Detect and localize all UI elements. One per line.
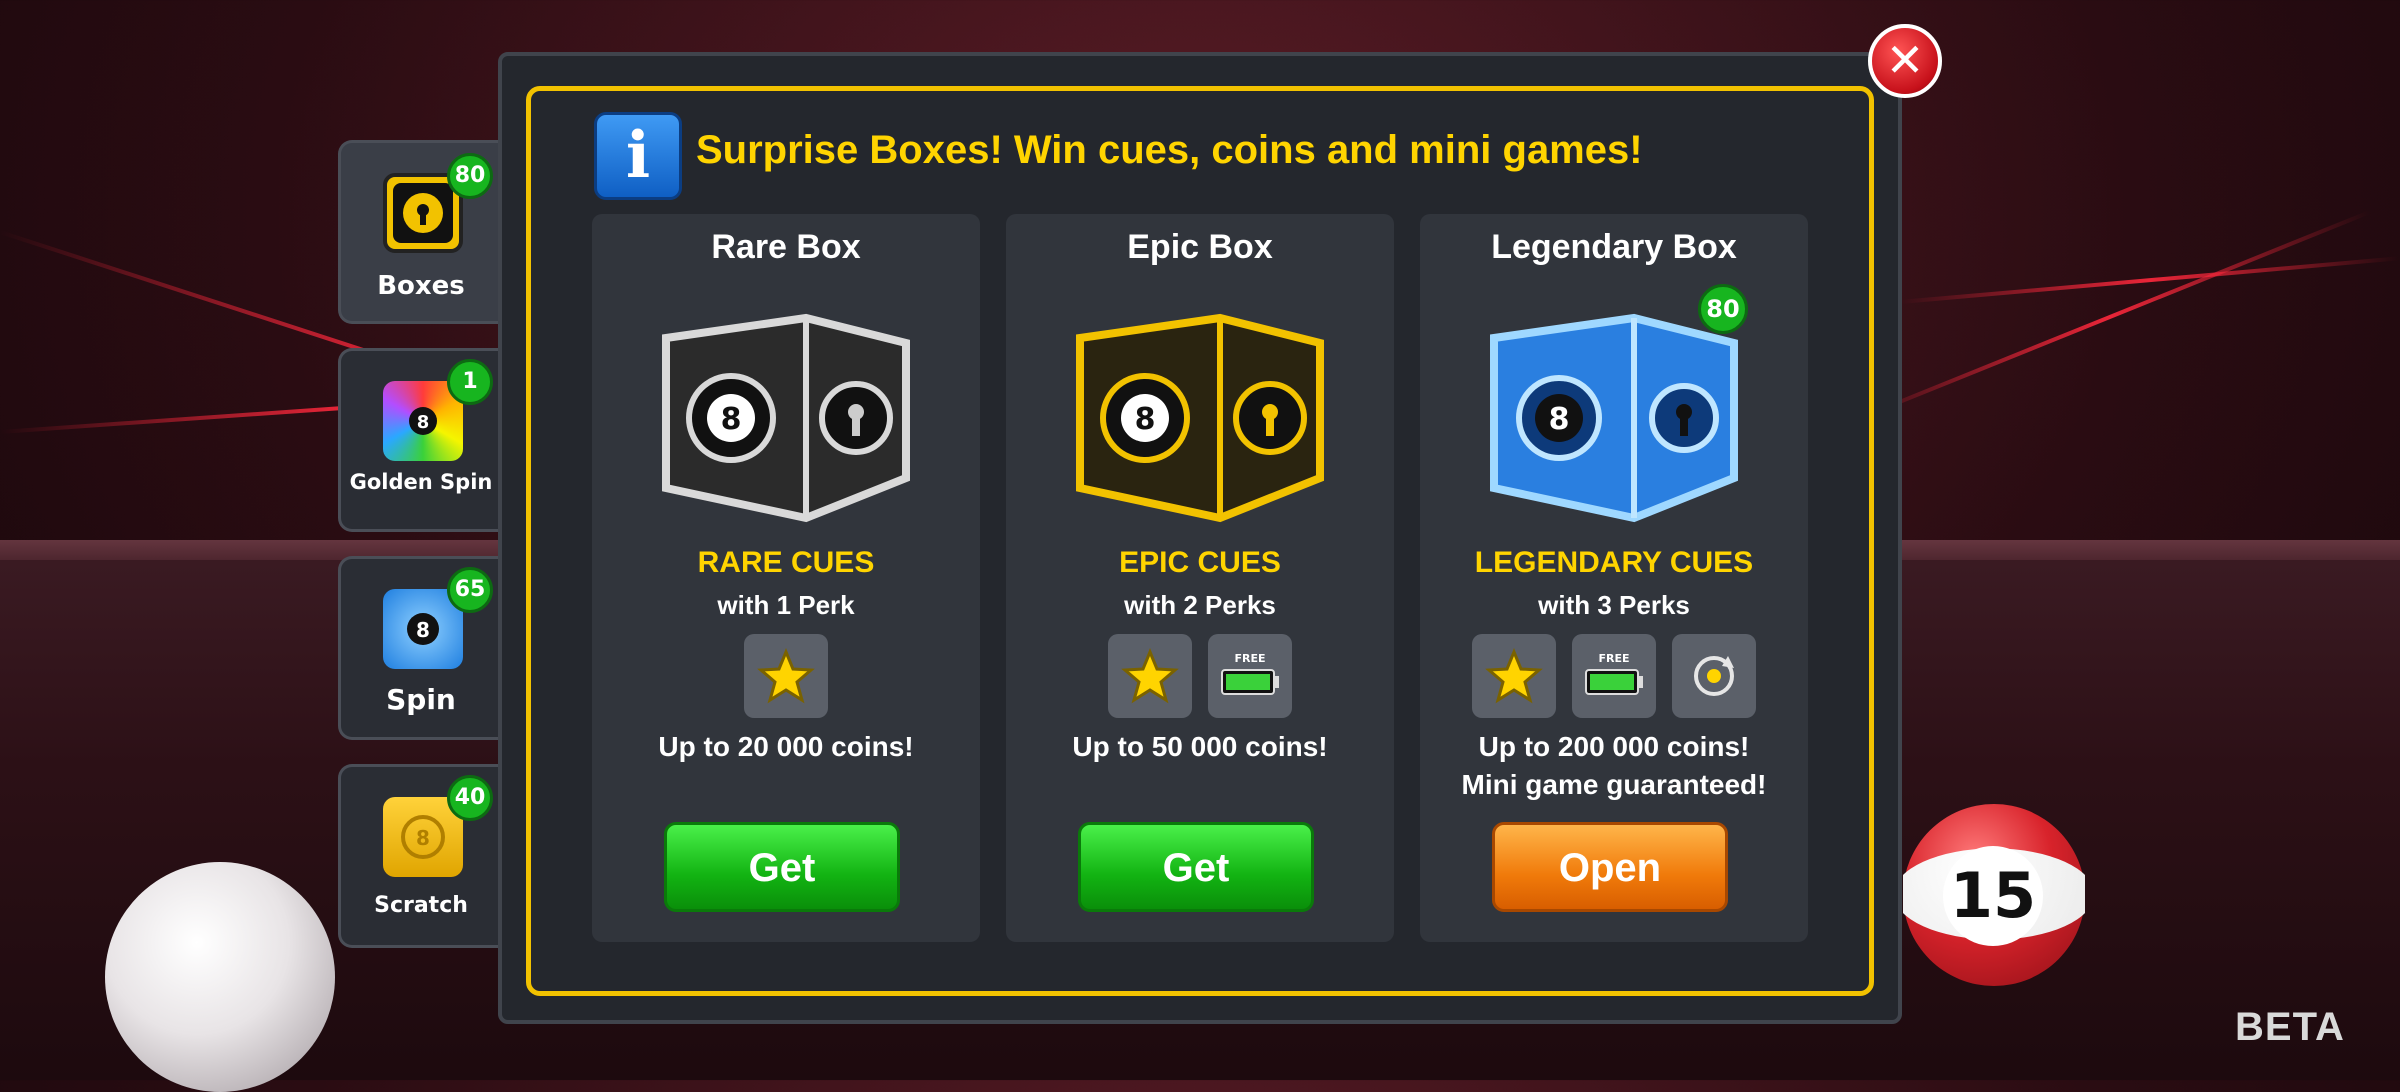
cue-ball [105, 862, 335, 1092]
legendary-box-image: 8 [1484, 298, 1744, 526]
laser-line [1849, 210, 2370, 424]
info-icon[interactable]: i [594, 112, 682, 200]
perks-label: with 3 Perks [1538, 590, 1690, 620]
svg-text:8: 8 [417, 412, 430, 433]
box-title: Epic Box [1127, 228, 1273, 266]
svg-text:8: 8 [416, 826, 430, 850]
epic-box-card: Epic Box 8 EPIC CUES with 2 Perks FREE U… [1006, 214, 1394, 942]
badge-count: 40 [447, 775, 493, 821]
coins-label: Up to 200 000 coins! Mini game guarantee… [1420, 728, 1808, 804]
get-button[interactable]: Get [1078, 822, 1314, 912]
perk-star-icon [1472, 634, 1556, 718]
close-icon[interactable]: ✕ [1868, 24, 1942, 98]
svg-text:8: 8 [1135, 402, 1156, 437]
get-button[interactable]: Get [664, 822, 900, 912]
rare-box-image: 8 [656, 298, 916, 526]
perk-free-label: FREE [1234, 652, 1265, 665]
beta-label: BETA [2235, 1005, 2345, 1049]
cues-label: EPIC CUES [1119, 546, 1281, 579]
dialog-headline: Surprise Boxes! Win cues, coins and mini… [696, 128, 1643, 172]
epic-box-image: 8 [1070, 298, 1330, 526]
perk-recharge-icon [1672, 634, 1756, 718]
mini-game-line: Mini game guaranteed! [1461, 769, 1767, 800]
perk-battery-icon: FREE [1208, 634, 1292, 718]
perk-star-icon [1108, 634, 1192, 718]
badge-count: 80 [447, 153, 493, 199]
svg-text:8: 8 [721, 402, 742, 437]
ball-15: 15 [1903, 804, 2085, 986]
coins-line: Up to 200 000 coins! [1478, 731, 1750, 762]
tab-scratch[interactable]: 8 40 Scratch [338, 764, 501, 948]
rare-box-card: Rare Box 8 RARE CUES with 1 Perk Up to 2… [592, 214, 980, 942]
perks-label: with 2 Perks [1124, 590, 1276, 620]
perk-star-icon [744, 634, 828, 718]
badge-count: 80 [1698, 284, 1748, 334]
laser-line [1899, 256, 2399, 304]
perk-free-label: FREE [1598, 652, 1629, 665]
ball-number: 15 [1943, 846, 2043, 946]
tab-label: Boxes [377, 271, 465, 301]
badge-count: 65 [447, 567, 493, 613]
box-title: Legendary Box [1491, 228, 1737, 266]
tab-label: Spin [386, 683, 456, 716]
tab-label: Golden Spin [349, 470, 493, 494]
box-title: Rare Box [711, 228, 861, 266]
tab-boxes[interactable]: 80 Boxes [338, 140, 501, 324]
legendary-box-card: Legendary Box 8 80 LEGENDARY CUES with 3… [1420, 214, 1808, 942]
badge-count: 1 [447, 359, 493, 405]
coins-label: Up to 50 000 coins! [1072, 731, 1328, 762]
tab-golden-spin[interactable]: 8 1 Golden Spin [338, 348, 501, 532]
svg-text:8: 8 [1549, 402, 1570, 437]
perk-battery-icon: FREE [1572, 634, 1656, 718]
coins-label: Up to 20 000 coins! [658, 731, 914, 762]
tab-label: Scratch [374, 893, 468, 918]
cues-label: RARE CUES [697, 546, 875, 579]
open-button[interactable]: Open [1492, 822, 1728, 912]
cues-label: LEGENDARY CUES [1474, 546, 1754, 579]
svg-text:8: 8 [416, 618, 430, 642]
perks-label: with 1 Perk [717, 590, 855, 620]
tab-spin[interactable]: 8 65 Spin [338, 556, 501, 740]
